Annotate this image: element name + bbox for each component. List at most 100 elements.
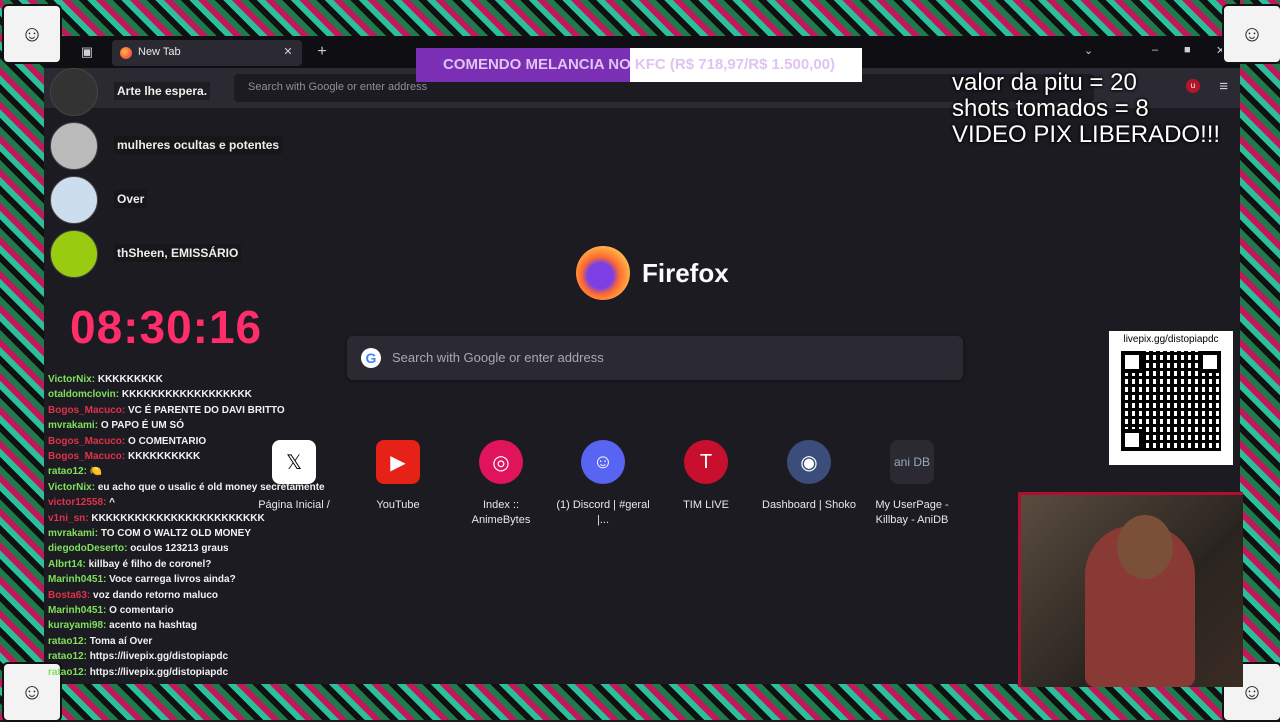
anime-avatar-icon: ☺	[1222, 4, 1280, 64]
chat-username: ratao12:	[48, 635, 87, 647]
chat-text: voz dando retorno maluco	[93, 589, 219, 601]
stream-stats: valor da pitu = 20 shots tomados = 8 VID…	[952, 70, 1220, 148]
chat-message: mvrakami: TO COM O WALTZ OLD MONEY	[48, 528, 251, 542]
tab-new-tab[interactable]: New Tab ✕	[112, 40, 302, 66]
chat-message: Marinh0451: O comentario	[48, 605, 174, 619]
chat-username: v1ni_sn:	[48, 512, 89, 524]
user-row: Arte lhe espera.	[48, 66, 308, 116]
qr-finder	[1121, 429, 1143, 451]
webcam-feed	[1018, 492, 1243, 687]
shortcut-tile[interactable]: ◎ Index :: AnimeBytes	[453, 440, 549, 528]
search-placeholder: Search with Google or enter address	[392, 350, 604, 365]
stream-frame-bottom	[0, 684, 1280, 720]
shortcut-label: Index :: AnimeBytes	[471, 499, 531, 526]
shortcut-label: (1) Discord | #geral |...	[556, 499, 650, 526]
avatar	[50, 122, 98, 170]
chat-text: KKKKKKKKKK	[128, 451, 201, 462]
chat-message: kurayami98: acento na hashtag	[48, 620, 197, 634]
chat-message: Bosta63: voz dando retorno maluco	[48, 590, 218, 604]
stream-frame-right	[1240, 0, 1280, 720]
chat-text: acento na hashtag	[109, 620, 197, 632]
chat-text: O COMENTARIO	[128, 435, 207, 447]
google-icon: G	[361, 348, 381, 368]
chevron-down-icon[interactable]: ⌄	[1084, 44, 1093, 57]
anidb-icon: ani DB	[890, 440, 934, 484]
shortcut-label: Página Inicial /	[258, 499, 330, 511]
chat-text: VC É PARENTE DO DAVI BRITTO	[128, 404, 285, 416]
chat-message: diegodoDeserto: oculos 123213 graus	[48, 543, 229, 557]
stream-timer: 08:30:16	[70, 301, 263, 353]
stat-line: valor da pitu = 20	[952, 69, 1137, 96]
close-icon[interactable]: ✕	[280, 44, 296, 60]
chat-text: https://livepix.gg/distopiapdc	[89, 651, 229, 663]
user-name: mulheres ocultas e potentes	[114, 136, 283, 154]
firefox-logo-icon	[576, 246, 630, 300]
shortcut-tile[interactable]: ☺ (1) Discord | #geral |...	[555, 440, 651, 528]
chat-text: KKKKKKKKKKKKKKKKKK	[121, 389, 252, 401]
shortcut-tile[interactable]: ▶ YouTube	[350, 440, 446, 513]
tab-list-icon[interactable]: ▣	[76, 42, 98, 62]
shortcut-tile[interactable]: ani DB My UserPage - Killbay - AniDB	[864, 440, 960, 528]
chat-username: mvrakami:	[48, 528, 99, 539]
shortcut-label: YouTube	[376, 499, 420, 511]
hamburger-menu-icon[interactable]: ≡	[1219, 78, 1228, 95]
user-row: thSheen, EMISSÁRIO	[48, 228, 308, 278]
user-name: thSheen, EMISSÁRIO	[114, 244, 242, 262]
chat-username: Albrt14:	[48, 558, 86, 570]
chat-message: Bogos_Macuco: KKKKKKKKKK	[48, 451, 200, 465]
chat-username: Marinh0451:	[48, 574, 107, 586]
chat-text: KKKKKKKKKKKKKKKKKKKKKKKK	[91, 512, 265, 524]
discord-icon: ☺	[581, 440, 625, 484]
chat-text: TO COM O WALTZ OLD MONEY	[100, 528, 251, 539]
chat-message: Marinh0451: Voce carrega livros ainda?	[48, 574, 236, 588]
chat-text: KKKKKKKKK	[97, 374, 163, 385]
search-input[interactable]: G Search with Google or enter address	[347, 336, 963, 380]
donation-goal-bar: COMENDO MELANCIA NO KFC (R$ 718,97/R$ 1.…	[416, 48, 862, 82]
chat-username: otaldomclovin:	[48, 389, 120, 401]
user-row: mulheres ocultas e potentes	[48, 120, 308, 170]
chat-username: ratao12:	[48, 651, 87, 663]
anime-avatar-icon: ☺	[2, 4, 62, 64]
chat-text: oculos 123213 graus	[130, 543, 229, 555]
chat-message: VictorNix: KKKKKKKKK	[48, 374, 163, 388]
shortcut-tile[interactable]: ◉ Dashboard | Shoko	[761, 440, 857, 513]
chat-text: Voce carrega livros ainda?	[109, 574, 236, 586]
qr-finder	[1199, 351, 1221, 373]
chat-message: ratao12: https://livepix.gg/distopiapdc	[48, 667, 228, 681]
donation-goal-text: COMENDO MELANCIA NO KFC (R$ 718,97/R$ 1.…	[442, 56, 836, 73]
stat-line: VIDEO PIX LIBERADO!!!	[952, 121, 1221, 148]
chat-username: ratao12:	[48, 666, 87, 678]
shortcut-tile[interactable]: T TIM LIVE	[658, 440, 754, 513]
chat-text: 🍋	[89, 466, 103, 478]
qr-code-icon	[1121, 351, 1221, 451]
avatar	[50, 68, 98, 116]
maximize-icon[interactable]: ■	[1184, 44, 1191, 56]
chat-text: Toma aí Over	[89, 635, 153, 647]
chat-username: diegodoDeserto:	[48, 543, 128, 555]
stream-frame-top	[0, 0, 1280, 40]
pix-qr-panel: livepix.gg/distopiapdc	[1109, 331, 1233, 465]
minimize-icon[interactable]: –	[1152, 44, 1158, 56]
chat-text: O comentario	[109, 605, 174, 616]
shortcut-label: TIM LIVE	[683, 499, 729, 511]
user-name: Arte lhe espera.	[114, 82, 211, 100]
chat-message: v1ni_sn: KKKKKKKKKKKKKKKKKKKKKKKK	[48, 513, 265, 527]
tab-title: New Tab	[138, 46, 181, 58]
user-name: Over	[114, 190, 148, 208]
plus-icon[interactable]: +	[312, 42, 332, 62]
chat-username: victor12558:	[48, 497, 107, 509]
chat-text: killbay é filho de coronel?	[88, 558, 212, 570]
x-logo-icon: 𝕏	[272, 440, 316, 484]
shoko-icon: ◉	[787, 440, 831, 484]
chat-text: O PAPO É UM SÓ	[100, 420, 184, 432]
chat-username: mvrakami:	[48, 420, 99, 432]
stream-frame-left	[0, 0, 44, 720]
chat-message: victor12558: ^	[48, 497, 115, 511]
firefox-wordmark: Firefox	[642, 258, 729, 288]
chat-message: otaldomclovin: KKKKKKKKKKKKKKKKKK	[48, 389, 252, 403]
shortcut-tile[interactable]: 𝕏 Página Inicial /	[246, 440, 342, 513]
chat-text: ^	[109, 497, 115, 509]
avatar	[50, 176, 98, 224]
chat-username: ratao12:	[48, 466, 87, 478]
shortcut-label: Dashboard | Shoko	[762, 499, 856, 511]
